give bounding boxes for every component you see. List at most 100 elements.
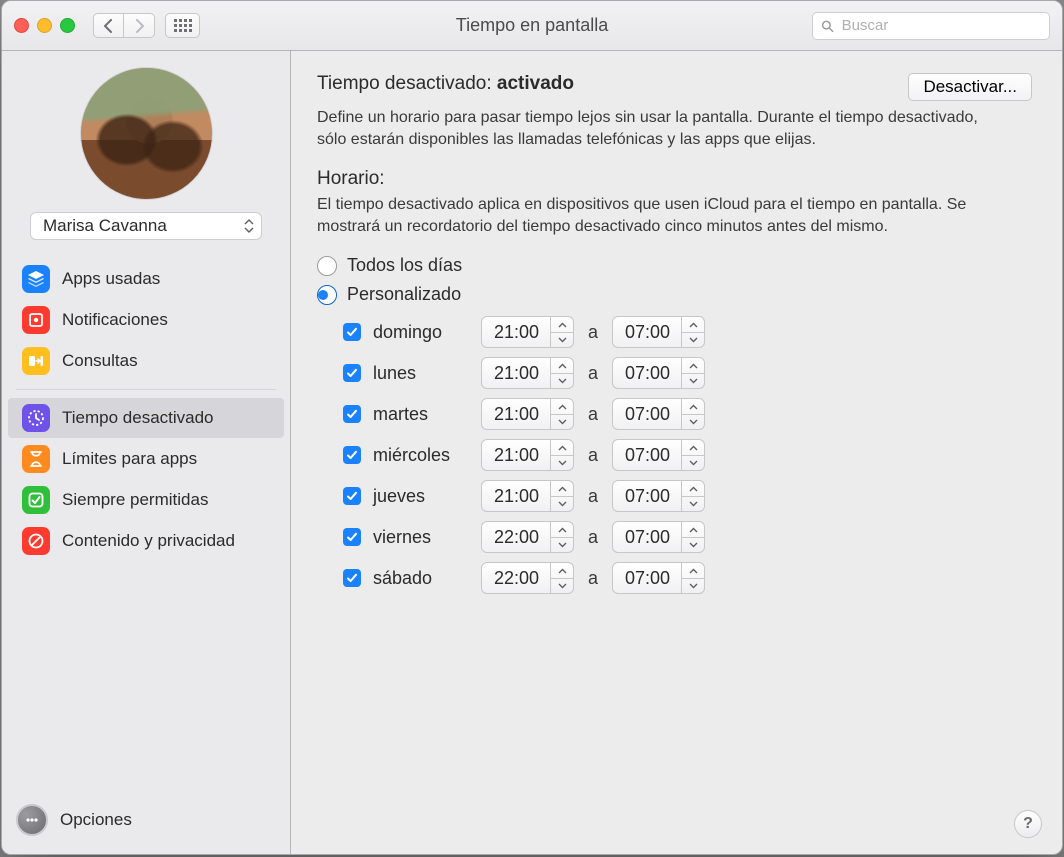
chevron-right-icon bbox=[133, 19, 145, 33]
stepper-arrows[interactable] bbox=[681, 522, 704, 552]
stepper-arrows[interactable] bbox=[681, 399, 704, 429]
sidebar-item-label: Consultas bbox=[62, 351, 138, 371]
time-from-stepper[interactable]: 21:00 bbox=[481, 439, 574, 471]
day-checkbox[interactable] bbox=[343, 446, 361, 464]
stepper-arrows[interactable] bbox=[681, 440, 704, 470]
sidebar-item-contenido-y-privacidad[interactable]: Contenido y privacidad bbox=[8, 521, 284, 561]
chevron-up-icon[interactable] bbox=[551, 440, 573, 456]
time-from-stepper[interactable]: 21:00 bbox=[481, 357, 574, 389]
chevron-up-icon[interactable] bbox=[551, 358, 573, 374]
search-icon bbox=[821, 19, 834, 33]
chevron-down-icon[interactable] bbox=[551, 538, 573, 553]
sidebar-item-l-mites-para-apps[interactable]: Límites para apps bbox=[8, 439, 284, 479]
time-to-stepper[interactable]: 07:00 bbox=[612, 439, 705, 471]
sidebar-item-tiempo-desactivado[interactable]: Tiempo desactivado bbox=[8, 398, 284, 438]
time-from-stepper[interactable]: 21:00 bbox=[481, 480, 574, 512]
chevron-down-icon[interactable] bbox=[682, 497, 704, 512]
sidebar-item-notificaciones[interactable]: Notificaciones bbox=[8, 300, 284, 340]
user-picker[interactable]: Marisa Cavanna bbox=[30, 212, 262, 240]
day-checkbox[interactable] bbox=[343, 405, 361, 423]
minimize-button[interactable] bbox=[37, 18, 52, 33]
time-to-stepper[interactable]: 07:00 bbox=[612, 398, 705, 430]
time-from-stepper[interactable]: 21:00 bbox=[481, 316, 574, 348]
time-to-stepper[interactable]: 07:00 bbox=[612, 480, 705, 512]
day-row-viernes: viernes 22:00 a 07:00 bbox=[343, 518, 1032, 556]
downtime-state: Tiempo desactivado: activado bbox=[317, 73, 574, 95]
chevron-down-icon[interactable] bbox=[682, 374, 704, 389]
chevron-up-icon[interactable] bbox=[682, 317, 704, 333]
options-button[interactable]: Opciones bbox=[2, 788, 290, 854]
stepper-arrows[interactable] bbox=[681, 563, 704, 593]
show-all-button[interactable] bbox=[165, 13, 200, 38]
back-button[interactable] bbox=[93, 13, 124, 38]
radio-icon bbox=[317, 256, 337, 276]
chevron-up-icon[interactable] bbox=[551, 563, 573, 579]
day-label: miércoles bbox=[373, 445, 469, 466]
stepper-arrows[interactable] bbox=[681, 358, 704, 388]
chevron-down-icon[interactable] bbox=[551, 456, 573, 471]
sidebar-item-siempre-permitidas[interactable]: Siempre permitidas bbox=[8, 480, 284, 520]
day-checkbox[interactable] bbox=[343, 569, 361, 587]
search-input[interactable] bbox=[840, 16, 1041, 35]
chevron-down-icon[interactable] bbox=[682, 579, 704, 594]
day-row-lunes: lunes 21:00 a 07:00 bbox=[343, 354, 1032, 392]
day-label: viernes bbox=[373, 527, 469, 548]
chevron-down-icon[interactable] bbox=[682, 456, 704, 471]
forward-button[interactable] bbox=[124, 13, 155, 38]
sidebar-item-consultas[interactable]: Consultas bbox=[8, 341, 284, 381]
search-field[interactable] bbox=[812, 12, 1050, 40]
chevron-down-icon[interactable] bbox=[551, 497, 573, 512]
help-button[interactable]: ? bbox=[1014, 810, 1042, 838]
close-button[interactable] bbox=[14, 18, 29, 33]
stepper-arrows[interactable] bbox=[550, 481, 573, 511]
chevron-up-icon[interactable] bbox=[551, 522, 573, 538]
time-to-stepper[interactable]: 07:00 bbox=[612, 357, 705, 389]
chevron-up-icon[interactable] bbox=[682, 522, 704, 538]
stepper-arrows[interactable] bbox=[550, 399, 573, 429]
radio-every-day[interactable]: Todos los días bbox=[317, 255, 1032, 276]
chevron-down-icon[interactable] bbox=[682, 415, 704, 430]
zoom-button[interactable] bbox=[60, 18, 75, 33]
main-panel: Tiempo desactivado: activado Desactivar.… bbox=[291, 51, 1062, 854]
stepper-arrows[interactable] bbox=[681, 481, 704, 511]
bell-icon bbox=[22, 306, 50, 334]
options-icon bbox=[16, 804, 48, 836]
day-row-sábado: sábado 22:00 a 07:00 bbox=[343, 559, 1032, 597]
chevron-up-icon[interactable] bbox=[682, 440, 704, 456]
stepper-arrows[interactable] bbox=[681, 317, 704, 347]
disable-button[interactable]: Desactivar... bbox=[908, 73, 1032, 101]
time-from-stepper[interactable]: 22:00 bbox=[481, 562, 574, 594]
chevron-down-icon[interactable] bbox=[551, 333, 573, 348]
chevron-up-icon[interactable] bbox=[551, 317, 573, 333]
stepper-arrows[interactable] bbox=[550, 358, 573, 388]
chevron-down-icon[interactable] bbox=[551, 374, 573, 389]
day-checkbox[interactable] bbox=[343, 364, 361, 382]
stepper-arrows[interactable] bbox=[550, 522, 573, 552]
chevron-up-icon[interactable] bbox=[682, 481, 704, 497]
time-to-stepper[interactable]: 07:00 bbox=[612, 562, 705, 594]
chevron-up-icon[interactable] bbox=[551, 481, 573, 497]
time-to-stepper[interactable]: 07:00 bbox=[612, 521, 705, 553]
chevron-up-icon[interactable] bbox=[551, 399, 573, 415]
sidebar-item-apps-usadas[interactable]: Apps usadas bbox=[8, 259, 284, 299]
chevron-down-icon[interactable] bbox=[682, 538, 704, 553]
time-from-stepper[interactable]: 21:00 bbox=[481, 398, 574, 430]
stepper-arrows[interactable] bbox=[550, 440, 573, 470]
day-checkbox[interactable] bbox=[343, 528, 361, 546]
stepper-arrows[interactable] bbox=[550, 317, 573, 347]
time-to-stepper[interactable]: 07:00 bbox=[612, 316, 705, 348]
chevron-down-icon[interactable] bbox=[682, 333, 704, 348]
time-from-stepper[interactable]: 22:00 bbox=[481, 521, 574, 553]
chevron-up-icon[interactable] bbox=[682, 399, 704, 415]
grid-icon bbox=[174, 19, 192, 33]
schedule-title: Horario: bbox=[317, 168, 1032, 190]
chevron-down-icon[interactable] bbox=[551, 415, 573, 430]
day-checkbox[interactable] bbox=[343, 487, 361, 505]
day-row-martes: martes 21:00 a 07:00 bbox=[343, 395, 1032, 433]
day-checkbox[interactable] bbox=[343, 323, 361, 341]
radio-custom[interactable]: Personalizado bbox=[317, 284, 1032, 305]
stepper-arrows[interactable] bbox=[550, 563, 573, 593]
chevron-up-icon[interactable] bbox=[682, 563, 704, 579]
chevron-up-icon[interactable] bbox=[682, 358, 704, 374]
chevron-down-icon[interactable] bbox=[551, 579, 573, 594]
